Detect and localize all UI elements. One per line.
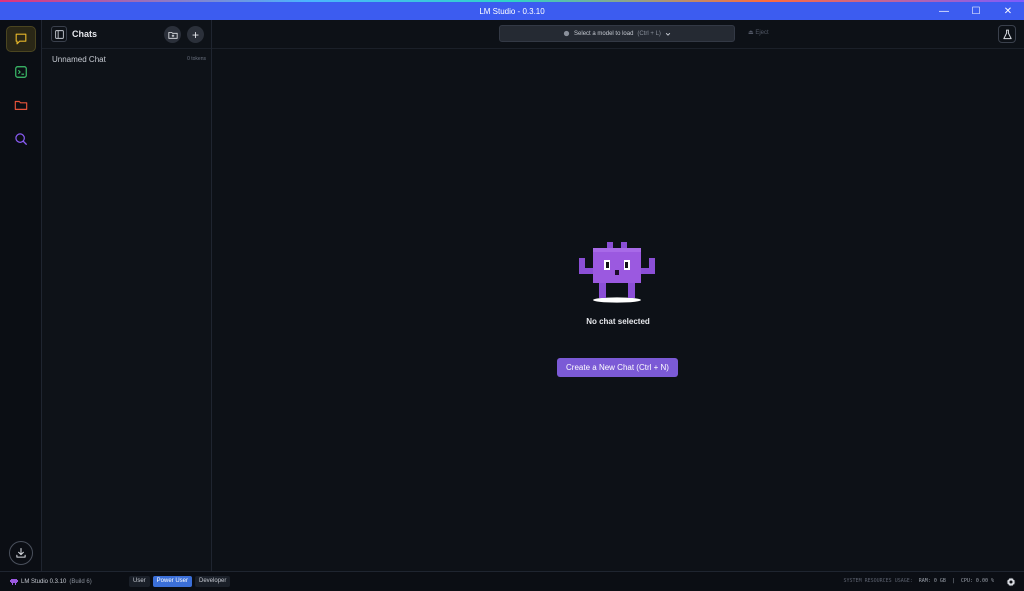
terminal-icon (15, 66, 27, 78)
resource-separator: | (951, 578, 955, 584)
minimize-button[interactable]: — (928, 2, 960, 20)
window-title: LM Studio - 0.3.10 (479, 6, 545, 16)
model-chip-icon (563, 30, 570, 37)
lm-studio-logo-icon (10, 579, 18, 585)
mode-power-user[interactable]: Power User (152, 576, 193, 587)
system-resources-label: SYSTEM RESOURCES USAGE: (843, 578, 913, 584)
mode-user[interactable]: User (129, 576, 150, 587)
chevron-down-icon (665, 32, 671, 36)
model-select-label: Select a model to load (574, 30, 634, 37)
chat-bubble-icon (15, 33, 27, 45)
sidebar-title: Chats (72, 29, 98, 39)
flask-icon (1002, 29, 1012, 39)
new-folder-icon (167, 31, 178, 39)
system-resources: SYSTEM RESOURCES USAGE: RAM: 0 GB | CPU:… (844, 578, 994, 584)
chats-sidebar: Chats + Unnamed Chat 0 tokens (42, 20, 212, 571)
experimental-features-button[interactable] (998, 25, 1016, 43)
toggle-sidebar-button[interactable] (51, 26, 67, 42)
build-number: (Build 6) (69, 578, 92, 585)
new-folder-button[interactable] (164, 26, 181, 43)
sidebar-header: Chats + (42, 20, 211, 49)
ram-usage: RAM: 0 GB (918, 578, 946, 584)
gear-icon (1006, 577, 1015, 586)
search-icon (15, 133, 27, 145)
empty-state-message: No chat selected (586, 317, 650, 326)
cpu-usage: CPU: 0.00 % (960, 578, 994, 584)
eject-button[interactable]: ⏏ Eject (748, 29, 769, 36)
chat-list-item[interactable]: Unnamed Chat 0 tokens (52, 55, 206, 69)
sidebar-panel-icon (54, 29, 64, 39)
rail-item-developer[interactable] (6, 59, 36, 85)
settings-button[interactable] (1005, 576, 1016, 587)
ui-mode-switcher: User Power User Developer (129, 576, 231, 587)
rail-item-discover[interactable] (6, 126, 36, 152)
maximize-button[interactable]: ☐ (960, 2, 992, 20)
chat-name: Unnamed Chat (52, 55, 106, 64)
folder-icon (14, 100, 28, 110)
chat-token-count: 0 tokens (187, 56, 206, 62)
nav-rail (0, 20, 42, 571)
model-select-button[interactable]: Select a model to load (Ctrl + L) (499, 25, 735, 42)
eject-label: Eject (755, 30, 769, 36)
download-icon (16, 547, 26, 558)
mascot-illustration (579, 242, 655, 303)
status-bar: LM Studio 0.3.10 (Build 6) User Power Us… (0, 571, 1024, 591)
main-panel: Select a model to load (Ctrl + L) ⏏ Ejec… (212, 20, 1024, 571)
new-chat-button[interactable]: + (187, 26, 204, 43)
rail-item-my-models[interactable] (6, 92, 36, 118)
window-titlebar: LM Studio - 0.3.10 — ☐ ✕ (0, 2, 1024, 20)
downloads-button[interactable] (9, 541, 33, 565)
model-select-shortcut: (Ctrl + L) (637, 30, 661, 37)
mode-developer[interactable]: Developer (195, 576, 231, 587)
close-button[interactable]: ✕ (992, 2, 1024, 20)
create-new-chat-button[interactable]: Create a New Chat (Ctrl + N) (557, 358, 678, 377)
app-version: LM Studio 0.3.10 (Build 6) (10, 578, 92, 585)
window-controls: — ☐ ✕ (928, 2, 1024, 20)
app-name: LM Studio 0.3.10 (21, 578, 67, 585)
main-topbar: Select a model to load (Ctrl + L) ⏏ Ejec… (212, 20, 1024, 49)
rail-item-chat[interactable] (6, 26, 36, 52)
